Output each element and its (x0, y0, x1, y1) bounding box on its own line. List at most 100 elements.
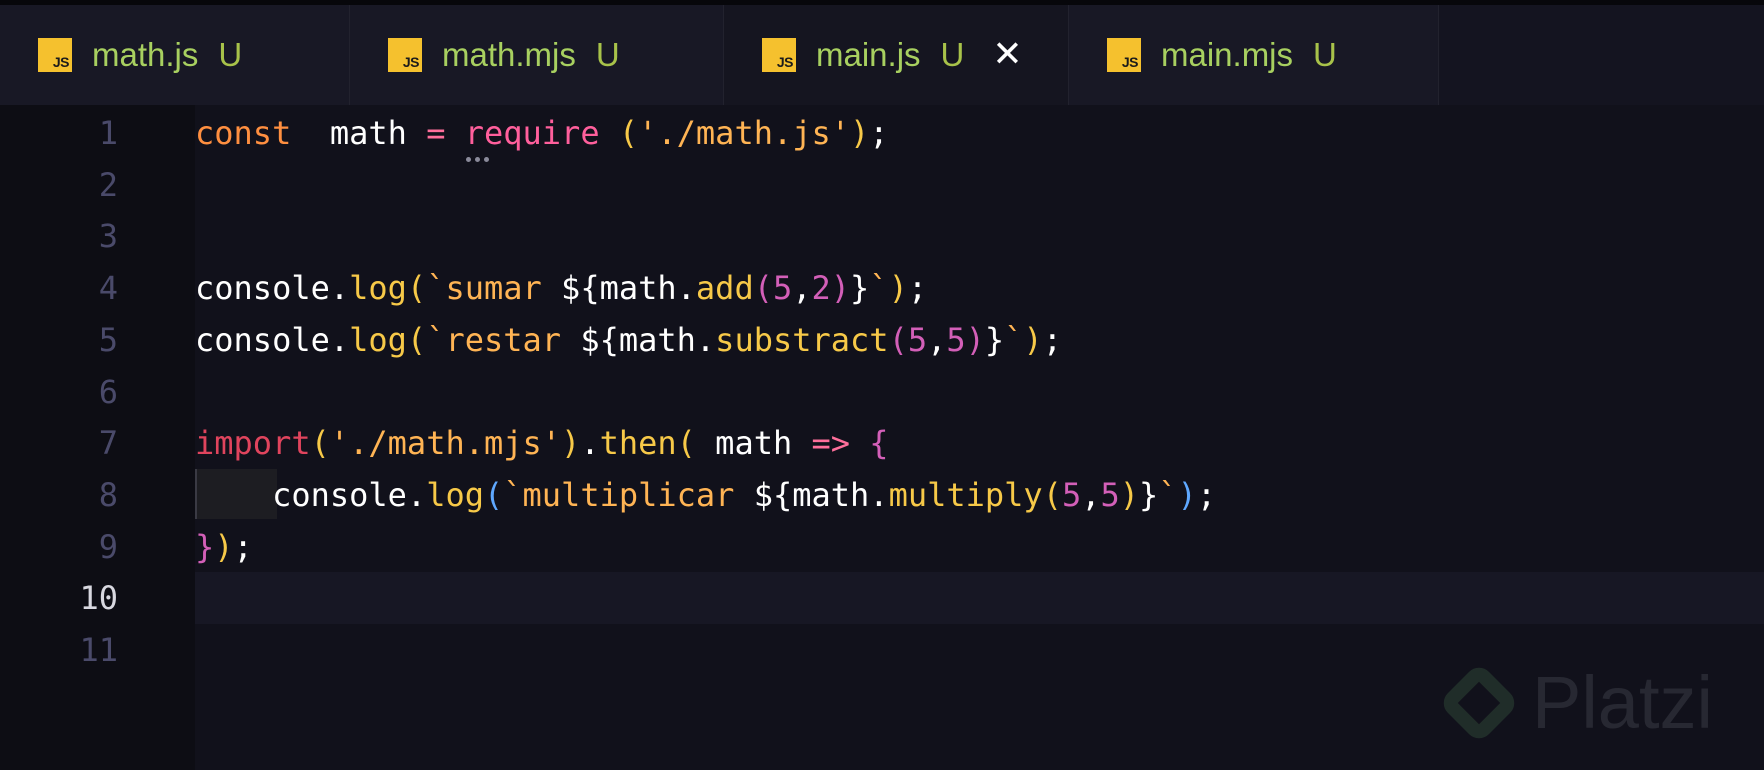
tab-label: main.mjs (1161, 36, 1294, 73)
code-token: 5 (907, 321, 928, 359)
code-token: ; (1042, 321, 1062, 359)
code-token: , (1081, 476, 1101, 514)
untracked-badge: U (1313, 36, 1337, 73)
js-file-icon: JS (1107, 38, 1141, 72)
tab-label: math.js (92, 36, 199, 73)
untracked-badge: U (218, 36, 243, 73)
code-token: multiply (888, 476, 1043, 514)
code-token: 5 (772, 269, 793, 307)
code-token: then (599, 424, 677, 462)
line-number: 8 (98, 476, 118, 514)
code-token: log (349, 269, 407, 307)
tab-label: main.js (816, 36, 921, 73)
code-token: 2 (811, 269, 831, 307)
js-icon-label: JS (402, 54, 420, 70)
code-token: ; (1196, 476, 1217, 514)
line-number: 10 (79, 579, 118, 617)
code-token: = (426, 114, 446, 152)
platzi-logo-icon (1437, 661, 1521, 744)
code-token: 5 (946, 321, 966, 359)
code-token: , (792, 269, 812, 307)
code-token: log (349, 321, 407, 359)
tab-math-js[interactable]: JS math.js U (0, 5, 350, 105)
code-token: log (426, 476, 484, 514)
code-token: add (695, 269, 754, 307)
code-line[interactable]: const math = require ('./math.js'); (195, 107, 889, 159)
code-token: ) (850, 114, 870, 152)
code-token: ( (618, 114, 639, 152)
code-token: import (195, 424, 311, 462)
code-token: } (984, 321, 1005, 359)
code-token: ) (1177, 476, 1197, 514)
code-token: ( (406, 269, 427, 307)
code-token: ( (888, 321, 908, 359)
code-token: } (850, 269, 870, 307)
js-file-icon: JS (388, 38, 422, 72)
code-token: ${math. (561, 269, 696, 307)
code-token: console. (195, 269, 350, 307)
code-token: ( (483, 476, 504, 514)
code-token: ) (965, 321, 985, 359)
code-token: substract (715, 321, 889, 359)
line-number: 5 (98, 321, 118, 359)
code-token: ` (1158, 476, 1178, 514)
js-icon-label: JS (776, 54, 794, 70)
code-line[interactable]: console.log(`multiplicar ${math.multiply… (195, 469, 1216, 521)
code-line[interactable]: }); (195, 521, 253, 573)
code-token: 5 (1061, 476, 1082, 514)
code-line[interactable]: console.log(`restar ${math.substract(5,5… (195, 314, 1062, 366)
untracked-badge: U (940, 36, 965, 73)
line-number: 6 (98, 373, 118, 411)
code-token: './math.js' (638, 114, 851, 152)
untracked-badge: U (595, 36, 620, 73)
code-token: 5 (1100, 476, 1120, 514)
code-token: ( (406, 321, 427, 359)
current-line-highlight (195, 572, 1764, 624)
code-token: } (1139, 476, 1159, 514)
code-token: ; (233, 528, 253, 566)
code-token: ( (1042, 476, 1062, 514)
tab-math-mjs[interactable]: JS math.mjs U (350, 5, 724, 105)
code-token: console. (195, 476, 427, 514)
code-line[interactable]: console.log(`sumar ${math.add(5,2)}`); (195, 262, 927, 314)
code-token: './math.mjs' (329, 424, 562, 462)
code-token: ` (1004, 321, 1024, 359)
code-token: ) (1119, 476, 1140, 514)
code-token: ( (753, 269, 773, 307)
code-token: math (291, 114, 427, 152)
code-token: require (464, 114, 600, 152)
code-token: ) (888, 269, 908, 307)
code-token: console. (195, 321, 350, 359)
code-token: ) (214, 528, 234, 566)
code-token: math (695, 424, 812, 462)
line-number: 2 (98, 166, 118, 204)
tab-main-js[interactable]: JS main.js U ✕ (724, 5, 1069, 105)
code-token: ; (869, 114, 889, 152)
code-token: `restar (426, 321, 581, 359)
code-token: => (811, 424, 851, 462)
line-number: 4 (98, 269, 118, 307)
watermark-text: Platzi (1532, 661, 1713, 744)
close-icon[interactable]: ✕ (992, 37, 1022, 73)
line-number: 11 (79, 631, 118, 669)
code-token: ${math. (580, 321, 716, 359)
line-number: 9 (98, 528, 118, 566)
tab-label: math.mjs (442, 36, 576, 73)
line-number: 7 (98, 424, 118, 462)
tab-bar: JS math.js U JS math.mjs U JS main.js U … (0, 5, 1764, 105)
code-token: . (580, 424, 600, 462)
code-token: ) (561, 424, 581, 462)
code-token: ) (830, 269, 851, 307)
tab-main-mjs[interactable]: JS main.mjs U (1069, 5, 1439, 105)
code-line[interactable]: import('./math.mjs').then( math => { (195, 417, 889, 469)
code-token: { (869, 424, 889, 462)
line-number: 3 (98, 217, 118, 255)
code-token: `sumar (426, 269, 562, 307)
js-file-icon: JS (762, 38, 796, 72)
js-file-icon: JS (38, 38, 72, 72)
code-token: ` (869, 269, 889, 307)
line-number: 1 (98, 114, 118, 152)
